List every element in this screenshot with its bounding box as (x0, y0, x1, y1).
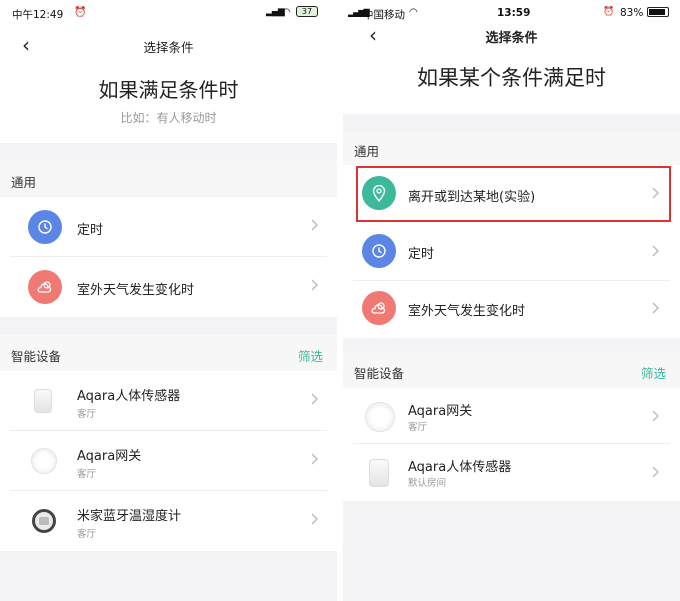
wifi-icon: ◠ (282, 7, 291, 18)
condition-label: 定时 (77, 223, 104, 238)
section-label: 通用 (11, 175, 37, 190)
condition-timer[interactable]: 定时 (0, 197, 337, 257)
condition-label: 室外天气发生变化时 (408, 304, 526, 319)
section-general: 通用 (0, 160, 337, 196)
nav-title: 选择条件 (143, 40, 194, 55)
battery-percent: 83% (620, 7, 644, 19)
device-room: 客厅 (77, 529, 97, 540)
device-item[interactable]: Aqara网关 客厅 (0, 431, 337, 491)
filter-button[interactable]: 筛选 (641, 363, 666, 382)
device-room: 客厅 (408, 422, 428, 433)
chevron-right-icon (311, 453, 318, 465)
thermometer-icon (30, 506, 58, 536)
section-label: 通用 (354, 144, 380, 159)
weather-icon (362, 291, 396, 325)
device-name: 米家蓝牙温湿度计 (77, 509, 182, 524)
chevron-right-icon (311, 393, 318, 405)
chevron-right-icon (311, 513, 318, 525)
section-devices: 智能设备 筛选 (343, 352, 680, 388)
section-general: 通用 (343, 132, 680, 165)
chevron-right-icon (311, 219, 318, 231)
motion-sensor-icon (365, 456, 393, 490)
condition-weather[interactable]: 室外天气发生变化时 (343, 281, 680, 338)
device-room: 默认房间 (408, 478, 447, 489)
header-area: 中午12:49 ⏰ ▂▄▆ ◠ 37 ‹ 选择条件 如果满足条件时 比如：有人移… (0, 0, 337, 143)
section-label: 智能设备 (354, 366, 405, 381)
condition-label: 定时 (408, 247, 435, 262)
device-item[interactable]: 米家蓝牙温湿度计 客厅 (0, 491, 337, 551)
highlight-box (356, 166, 671, 222)
device-item[interactable]: Aqara人体传感器 客厅 (0, 371, 337, 431)
gateway-icon (364, 401, 396, 433)
chevron-right-icon (311, 279, 318, 291)
chevron-right-icon (652, 302, 659, 314)
status-time: 中午12:49 (12, 9, 64, 21)
chevron-right-icon (652, 466, 659, 478)
clock-icon (28, 210, 62, 244)
chevron-right-icon (652, 410, 659, 422)
left-screen: 中午12:49 ⏰ ▂▄▆ ◠ 37 ‹ 选择条件 如果满足条件时 比如：有人移… (0, 0, 337, 601)
battery-icon (647, 7, 669, 17)
page-title: 如果满足条件时 (98, 78, 239, 102)
status-bar: ▂▄▆▇ 中国移动 ◠ 13:59 ⏰ 83% (343, 0, 680, 24)
status-carrier: 中国移动 (363, 9, 405, 21)
section-label: 智能设备 (11, 349, 62, 364)
status-time: 13:59 (497, 7, 531, 19)
hint-text: 比如：有人移动时 (120, 111, 217, 125)
clock-icon (362, 234, 396, 268)
motion-sensor-icon (30, 385, 56, 417)
gateway-icon (30, 447, 58, 475)
alarm-icon: ⏰ (603, 7, 615, 17)
device-room: 客厅 (77, 409, 97, 420)
weather-icon (28, 270, 62, 304)
device-item[interactable]: Aqara人体传感器 默认房间 (343, 444, 680, 501)
header-area: ▂▄▆▇ 中国移动 ◠ 13:59 ⏰ 83% ‹ 选择条件 如果某个条件满足时 (343, 0, 680, 114)
page-title: 如果某个条件满足时 (417, 66, 606, 90)
alarm-icon: ⏰ (74, 7, 87, 18)
right-screen: ▂▄▆▇ 中国移动 ◠ 13:59 ⏰ 83% ‹ 选择条件 如果某个条件满足时… (343, 0, 680, 601)
device-name: Aqara网关 (77, 449, 142, 464)
battery-indicator: 37 (296, 6, 318, 17)
chevron-right-icon (652, 245, 659, 257)
device-name: Aqara网关 (408, 404, 473, 419)
device-name: Aqara人体传感器 (408, 460, 512, 475)
device-item[interactable]: Aqara网关 客厅 (343, 388, 680, 444)
device-room: 客厅 (77, 469, 97, 480)
device-name: Aqara人体传感器 (77, 389, 181, 404)
condition-weather[interactable]: 室外天气发生变化时 (0, 257, 337, 317)
condition-label: 室外天气发生变化时 (77, 283, 195, 298)
status-bar: 中午12:49 ⏰ ▂▄▆ ◠ 37 (0, 0, 337, 24)
section-devices: 智能设备 筛选 (0, 335, 337, 371)
wifi-icon: ◠ (409, 7, 418, 18)
condition-timer[interactable]: 定时 (343, 224, 680, 281)
filter-button[interactable]: 筛选 (298, 346, 323, 365)
nav-title: 选择条件 (485, 31, 538, 46)
